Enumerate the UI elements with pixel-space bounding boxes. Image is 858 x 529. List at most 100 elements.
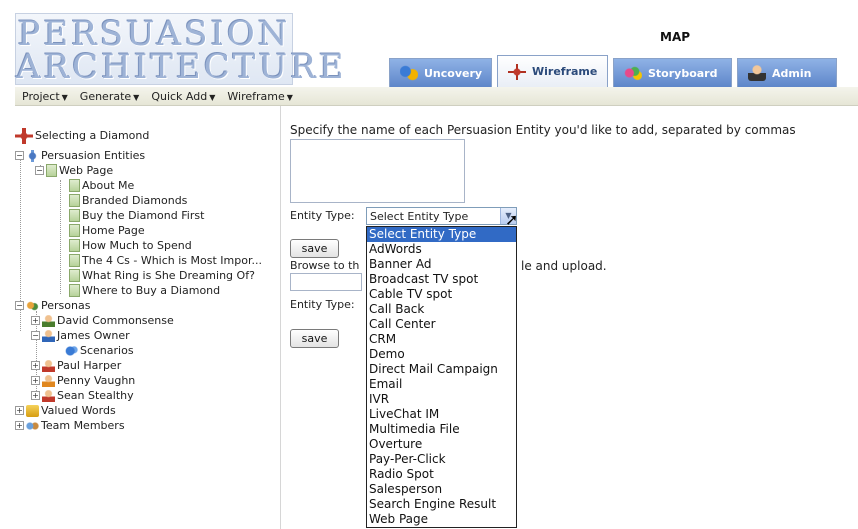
dropdown-option[interactable]: Demo	[367, 347, 516, 362]
people-icon	[400, 65, 418, 81]
tree-item-persona[interactable]: + Sean Stealthy	[31, 388, 134, 403]
person-icon	[42, 389, 55, 402]
dropdown-option[interactable]: Call Center	[367, 317, 516, 332]
tree-item-page[interactable]: How Much to Spend	[69, 238, 192, 253]
menu-generate[interactable]: Generate ▼	[80, 90, 140, 103]
page-icon	[69, 284, 80, 297]
tab-uncovery-label: Uncovery	[424, 66, 483, 80]
tree-item-valued-words[interactable]: + Valued Words	[15, 403, 116, 418]
expand-icon[interactable]: +	[15, 406, 24, 415]
entity-type-dropdown-list: Select Entity Type AdWords Banner Ad Bro…	[366, 226, 517, 528]
dropdown-option[interactable]: Banner Ad	[367, 257, 516, 272]
tree-item-page[interactable]: Buy the Diamond First	[69, 208, 204, 223]
admin-icon	[748, 65, 766, 81]
page-icon	[46, 164, 57, 177]
menu-wireframe-label: Wireframe	[227, 89, 285, 103]
dropdown-option[interactable]: Broadcast TV spot	[367, 272, 516, 287]
tree-item-persona[interactable]: + David Commonsense	[31, 313, 174, 328]
dropdown-option[interactable]: CRM	[367, 332, 516, 347]
tree-item-persona[interactable]: + Penny Vaughn	[31, 373, 135, 388]
app-logo: PERSUASION ARCHITECTURE	[15, 13, 344, 85]
menu-wireframe[interactable]: Wireframe ▼	[227, 90, 293, 103]
tree-item-page[interactable]: What Ring is She Dreaming Of?	[69, 268, 255, 283]
expand-icon[interactable]: +	[15, 421, 24, 430]
tree-item-label: Sean Stealthy	[57, 389, 134, 402]
menu-project[interactable]: Project ▼	[22, 90, 68, 103]
person-icon	[42, 314, 55, 327]
dropdown-option[interactable]: IVR	[367, 392, 516, 407]
tree-item-persuasion-entities[interactable]: − Persuasion Entities	[15, 148, 145, 163]
dropdown-option[interactable]: Cable TV spot	[367, 287, 516, 302]
collapse-icon[interactable]: −	[15, 301, 24, 310]
expand-icon[interactable]: +	[31, 376, 40, 385]
words-icon	[26, 404, 39, 417]
tree-connector	[60, 180, 61, 294]
tab-wireframe[interactable]: Wireframe	[497, 55, 608, 87]
tree-item-team-members[interactable]: + Team Members	[15, 418, 125, 433]
tree-item-persona[interactable]: + Paul Harper	[31, 358, 121, 373]
entity-names-textarea[interactable]	[290, 139, 465, 203]
panel-divider	[280, 106, 281, 529]
person-icon	[42, 329, 55, 342]
expand-icon[interactable]: +	[31, 391, 40, 400]
dropdown-option[interactable]: Radio Spot	[367, 467, 516, 482]
collapse-icon[interactable]: −	[15, 151, 24, 160]
dropdown-option[interactable]: Call Back	[367, 302, 516, 317]
tree-item-persona[interactable]: − James Owner	[31, 328, 130, 343]
dropdown-option[interactable]: Select Entity Type	[367, 227, 516, 242]
dropdown-option[interactable]: Email	[367, 377, 516, 392]
file-input[interactable]	[290, 273, 362, 291]
tree-item-root[interactable]: Selecting a Diamond	[15, 127, 150, 144]
dropdown-option[interactable]: Pay-Per-Click	[367, 452, 516, 467]
tree-item-label: Web Page	[59, 164, 114, 177]
save-button[interactable]: save	[290, 239, 339, 258]
tree-item-personas[interactable]: − Personas	[15, 298, 90, 313]
entity-type-selected: Select Entity Type	[370, 209, 469, 223]
tree-item-page[interactable]: About Me	[69, 178, 134, 193]
dropdown-option[interactable]: Salesperson	[367, 482, 516, 497]
entity-type-label-2: Entity Type:	[290, 298, 355, 311]
menu-quick-add[interactable]: Quick Add ▼	[151, 90, 215, 103]
dropdown-option[interactable]: LiveChat IM	[367, 407, 516, 422]
page-icon	[69, 194, 80, 207]
expand-icon[interactable]: +	[31, 316, 40, 325]
tree-item-label: Where to Buy a Diamond	[82, 284, 221, 297]
collapse-icon[interactable]: −	[35, 166, 44, 175]
tree-item-page[interactable]: The 4 Cs - Which is Most Impor...	[69, 253, 262, 268]
expand-icon[interactable]: +	[31, 361, 40, 370]
tab-admin-label: Admin	[772, 66, 812, 80]
page-icon	[69, 209, 80, 222]
dropdown-option[interactable]: AdWords	[367, 242, 516, 257]
caret-down-icon: ▼	[286, 92, 293, 102]
dropdown-option[interactable]: Overture	[367, 437, 516, 452]
dropdown-option[interactable]: Search Engine Result	[367, 497, 516, 512]
dropdown-option[interactable]: Direct Mail Campaign	[367, 362, 516, 377]
tree-item-label: Penny Vaughn	[57, 374, 136, 387]
tab-wireframe-label: Wireframe	[532, 65, 598, 78]
wireframe-icon	[508, 63, 526, 80]
tab-storyboard[interactable]: Storyboard	[613, 58, 732, 87]
entity-type-select[interactable]: Select Entity Type ▼	[366, 207, 517, 225]
tree-item-page[interactable]: Where to Buy a Diamond	[69, 283, 220, 298]
tree-item-scenarios[interactable]: Scenarios	[65, 343, 134, 358]
tree-item-label: Selecting a Diamond	[35, 129, 150, 142]
person-icon	[42, 359, 55, 372]
tree-item-web-page[interactable]: − Web Page	[35, 163, 113, 178]
tree-item-label: Persuasion Entities	[41, 149, 146, 162]
tree-item-page[interactable]: Branded Diamonds	[69, 193, 187, 208]
tab-storyboard-label: Storyboard	[648, 66, 718, 80]
page-icon	[69, 239, 80, 252]
menu-generate-label: Generate	[79, 89, 132, 103]
menu-bar: Project ▼ Generate ▼ Quick Add ▼ Wireframe ▼	[15, 87, 858, 106]
browse-text: Browse to th	[290, 259, 360, 272]
tree-item-label: Scenarios	[80, 344, 134, 357]
save-button-2[interactable]: save	[290, 329, 339, 348]
tab-uncovery[interactable]: Uncovery	[389, 58, 492, 87]
person-icon	[42, 374, 55, 387]
dropdown-option[interactable]: Web Page	[367, 512, 516, 527]
collapse-icon[interactable]: −	[31, 331, 40, 340]
tab-admin[interactable]: Admin	[737, 58, 837, 87]
dropdown-option[interactable]: Multimedia File	[367, 422, 516, 437]
menu-quick-add-label: Quick Add	[151, 89, 208, 103]
tree-item-page[interactable]: Home Page	[69, 223, 145, 238]
